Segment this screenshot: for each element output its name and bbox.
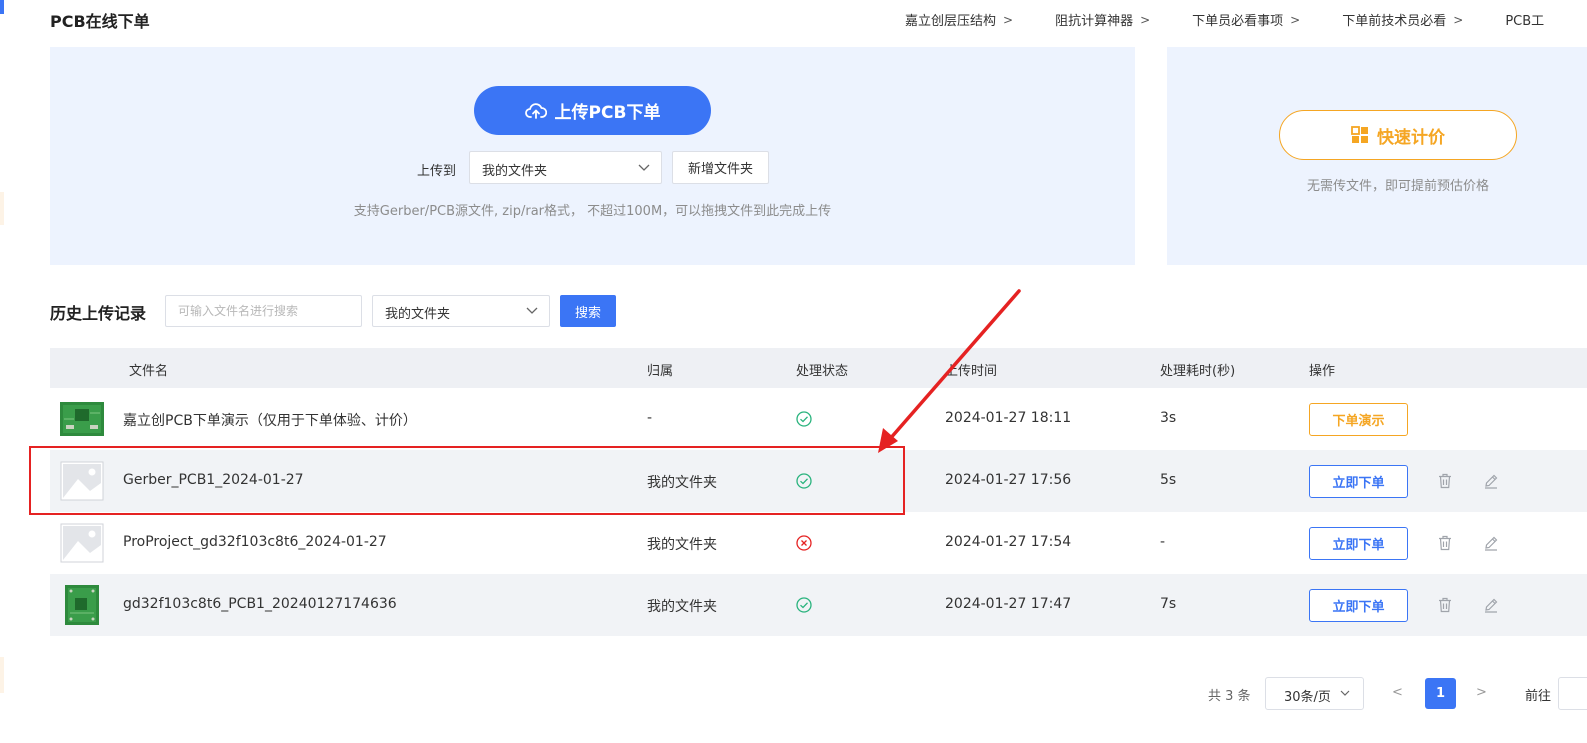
history-title: 历史上传记录 [50,304,147,323]
page-number-current[interactable]: 1 [1425,678,1456,709]
link-label: 下单员必看事项 [1192,14,1284,29]
success-check-icon [796,597,812,613]
order-demo-button[interactable]: 下单演示 [1309,403,1408,436]
upload-time: 2024-01-27 17:47 [945,596,1072,612]
place-order-button[interactable]: 立即下单 [1309,589,1408,622]
pcb-thumbnail [60,402,104,436]
file-owner: 我的文件夹 [647,537,717,553]
page-size-value: 30条/页 [1284,690,1331,705]
history-folder-value: 我的文件夹 [385,307,451,322]
goto-page-input[interactable] [1558,677,1587,710]
upload-time: 2024-01-27 17:56 [945,472,1072,488]
table-row[interactable]: gd32f103c8t6_PCB1_20240127174636 我的文件夹 2… [50,574,1587,636]
process-duration: 5s [1160,472,1177,488]
page-title: PCB在线下单 [50,12,150,31]
pcb-thumbnail [65,585,99,625]
link-label: PCB工 [1505,14,1545,29]
failed-x-icon [796,535,812,551]
history-table: 文件名 归属 处理状态 上传时间 处理耗时(秒) 操作 嘉立创PCB下单演示（仅… [50,348,1587,636]
process-duration: - [1160,534,1166,550]
link-tech-notes[interactable]: 下单前技术员必看 > [1342,10,1464,30]
file-name[interactable]: gd32f103c8t6_PCB1_20240127174636 [123,596,397,612]
chevron-right-icon: > [1290,12,1301,27]
quote-hint: 无需传文件，即可提前预估价格 [1306,179,1489,194]
upload-pcb-button[interactable]: 上传PCB下单 [474,86,711,135]
page-size-select[interactable]: 30条/页 [1265,677,1364,710]
link-pcb-more[interactable]: PCB工 [1505,10,1544,29]
chevron-right-icon: > [1140,12,1151,27]
edit-pencil-icon[interactable] [1483,597,1499,613]
table-row[interactable]: 嘉立创PCB下单演示（仅用于下单体验、计价） - 2024-01-27 18:1… [50,388,1587,450]
upload-to-label: 上传到 [417,164,457,179]
chevron-down-icon [1340,690,1350,696]
place-order-button[interactable]: 立即下单 [1309,527,1408,560]
column-header-name: 文件名 [129,364,169,379]
quick-quote-button[interactable]: 快速计价 [1279,110,1517,160]
file-owner: 我的文件夹 [647,475,717,491]
image-placeholder-icon [60,461,104,501]
success-check-icon [796,473,812,489]
link-impedance[interactable]: 阻抗计算神器 > [1055,10,1151,30]
column-header-duration: 处理耗时(秒) [1160,364,1236,379]
pagination: 共 3 条 30条/页 < 1 > 前往 [0,677,1587,711]
chevron-right-icon: > [1003,12,1014,27]
file-name[interactable]: 嘉立创PCB下单演示（仅用于下单体验、计价） [123,410,417,430]
trash-icon[interactable] [1438,597,1452,613]
left-edge-strip [0,0,6,743]
edit-pencil-icon[interactable] [1483,535,1499,551]
link-label: 嘉立创层压结构 [905,14,997,29]
link-label: 下单前技术员必看 [1342,14,1447,29]
new-folder-button[interactable]: 新增文件夹 [672,151,769,184]
upload-time: 2024-01-27 18:11 [945,410,1072,426]
total-count: 共 3 条 [1208,689,1251,704]
search-button[interactable]: 搜索 [560,295,616,327]
column-header-time: 上传时间 [945,364,998,379]
column-header-actions: 操作 [1309,364,1336,379]
chevron-down-icon [638,164,650,171]
cloud-upload-icon [524,102,547,119]
column-header-status: 处理状态 [796,364,849,379]
file-owner: 我的文件夹 [647,599,717,615]
upload-pcb-label: 上传PCB下单 [554,103,661,123]
process-duration: 7s [1160,596,1177,612]
file-owner: - [647,410,653,426]
success-check-icon [796,411,812,427]
quick-quote-label: 快速计价 [1377,127,1445,148]
process-duration: 3s [1160,410,1177,426]
prev-page-chevron-left-icon[interactable]: < [1392,685,1403,700]
link-label: 阻抗计算神器 [1055,14,1134,29]
edit-pencil-icon[interactable] [1483,473,1499,489]
link-order-notes[interactable]: 下单员必看事项 > [1192,10,1301,30]
table-header: 文件名 归属 处理状态 上传时间 处理耗时(秒) 操作 [50,348,1587,388]
upload-panel[interactable]: 上传PCB下单 上传到 我的文件夹 新增文件夹 支持Gerber/PCB源文件,… [50,47,1135,265]
goto-label: 前往 [1525,689,1552,704]
trash-icon[interactable] [1438,535,1452,551]
table-row[interactable]: Gerber_PCB1_2024-01-27 我的文件夹 2024-01-27 … [50,450,1587,512]
upload-time: 2024-01-27 17:54 [945,534,1072,550]
chevron-right-icon: > [1453,12,1464,27]
link-stackup[interactable]: 嘉立创层压结构 > [905,10,1014,30]
quote-grid-icon [1351,126,1368,143]
trash-icon[interactable] [1438,473,1452,489]
place-order-button[interactable]: 立即下单 [1309,465,1408,498]
file-name[interactable]: ProProject_gd32f103c8t6_2024-01-27 [123,534,387,550]
top-links: 嘉立创层压结构 > 阻抗计算神器 > 下单员必看事项 > 下单前技术员必看 > PCB工 [905,10,1586,30]
upload-folder-select[interactable]: 我的文件夹 [469,151,662,184]
column-header-owner: 归属 [647,364,674,379]
chevron-down-icon [526,307,538,314]
quote-panel: 快速计价 无需传文件，即可提前预估价格 [1167,47,1587,265]
history-folder-select[interactable]: 我的文件夹 [372,295,550,327]
history-search-input[interactable] [165,295,362,327]
header: PCB在线下单 嘉立创层压结构 > 阻抗计算神器 > 下单员必看事项 > 下单前技术员… [0,0,1587,38]
table-row[interactable]: ProProject_gd32f103c8t6_2024-01-27 我的文件夹… [50,512,1587,574]
file-name[interactable]: Gerber_PCB1_2024-01-27 [123,472,304,488]
next-page-chevron-right-icon[interactable]: > [1476,685,1487,700]
upload-folder-value: 我的文件夹 [482,164,548,179]
upload-hint: 支持Gerber/PCB源文件, zip/rar格式， 不超过100M，可以拖拽… [353,204,832,219]
image-placeholder-icon [60,523,104,563]
